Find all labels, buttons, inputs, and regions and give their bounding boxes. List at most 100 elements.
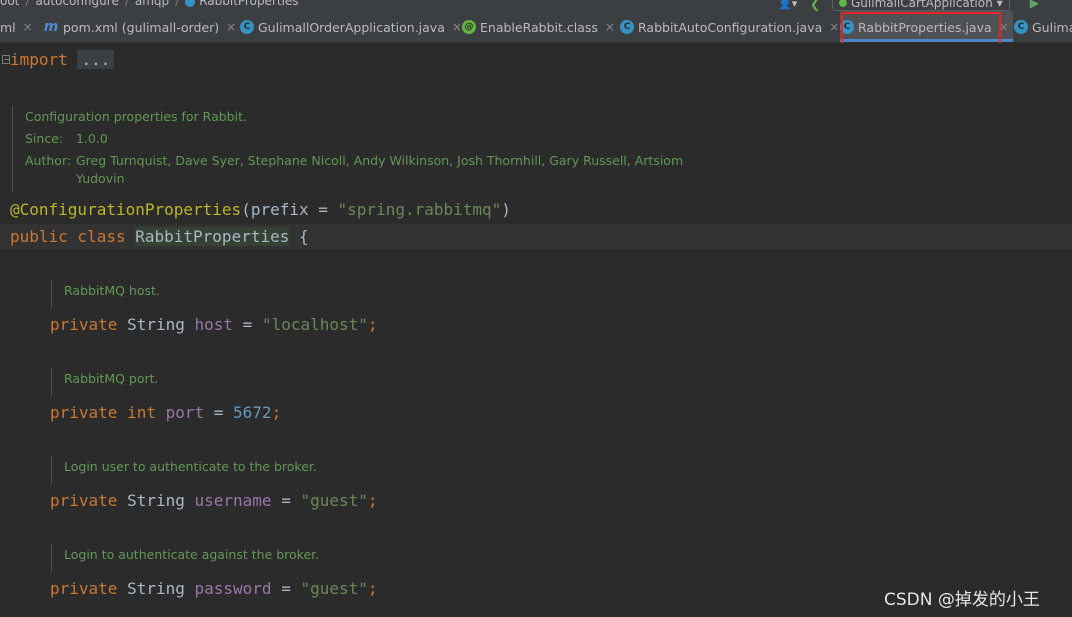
operator: =	[204, 403, 234, 422]
tab-rabbit-auto-configuration[interactable]: C RabbitAutoConfiguration.java ×	[620, 11, 839, 42]
class-icon	[185, 0, 196, 7]
field-javadoc: Login to authenticate against the broker…	[51, 544, 319, 572]
import-line: import ...	[10, 49, 115, 71]
author-text: Greg Turnquist, Dave Syer, Stephane Nico…	[76, 153, 684, 168]
javadoc-summary: Configuration properties for Rabbit.	[25, 109, 247, 124]
keyword: public class	[10, 227, 136, 246]
paren: )	[501, 200, 511, 219]
keyword: import	[10, 50, 68, 69]
tab-gulimall-order-application[interactable]: C GulimallOrderApplication.java ×	[240, 11, 462, 42]
type: int	[127, 403, 166, 422]
keyword: private	[50, 315, 128, 334]
tab-label: EnableRabbit.class	[480, 19, 598, 35]
close-icon[interactable]: ×	[23, 20, 33, 34]
string-literal: "guest"	[300, 579, 368, 598]
tab-label: Gulima	[1032, 19, 1072, 35]
brace: {	[289, 227, 309, 246]
breadcrumb-item[interactable]: amqp	[135, 0, 169, 8]
field-name: port	[165, 403, 205, 422]
class-declaration: public class RabbitProperties {	[10, 226, 309, 248]
semicolon: ;	[367, 579, 378, 598]
field-name: password	[194, 579, 272, 598]
class-icon: C	[620, 20, 634, 34]
breadcrumb: oot / autoconfigure / amqp / RabbitProperties	[0, 0, 299, 8]
field-name: username	[194, 491, 272, 510]
breadcrumb-item[interactable]: autoconfigure	[35, 0, 118, 8]
number-literal: 5672	[233, 403, 272, 422]
operator: =	[271, 579, 301, 598]
javadoc-since: Since: 1.0.0	[25, 128, 712, 150]
field-declaration: private String host = "localhost";	[50, 314, 378, 336]
javadoc-label: Author:	[25, 153, 72, 168]
breadcrumb-item[interactable]: oot	[0, 0, 19, 8]
user-icon[interactable]: 👤▾	[778, 0, 800, 10]
breadcrumb-item[interactable]: RabbitProperties	[199, 0, 298, 8]
tab-label: RabbitAutoConfiguration.java	[638, 19, 823, 35]
chevron-down-icon: ▾	[996, 0, 1003, 10]
field-name: host	[194, 315, 234, 334]
semicolon: ;	[271, 403, 282, 422]
javadoc-value: 1.0.0	[76, 131, 108, 146]
class-icon: C	[1014, 20, 1028, 34]
folded-imports[interactable]: ...	[77, 50, 115, 69]
javadoc-value: Greg Turnquist, Dave Syer, Stephane Nico…	[76, 150, 683, 188]
string-literal: "localhost"	[261, 315, 368, 334]
breadcrumb-separator: /	[175, 0, 180, 8]
tab-pom-xml[interactable]: m pom.xml (gulimall-order) ×	[43, 11, 237, 42]
string-literal: "spring.rabbitmq"	[337, 200, 502, 219]
close-icon[interactable]: ×	[226, 20, 236, 34]
annotation-line: @ConfigurationProperties(prefix = "sprin…	[10, 199, 511, 221]
code-editor[interactable]: − import ... Configuration properties fo…	[0, 43, 1072, 617]
annotation-param: prefix	[250, 200, 309, 219]
javadoc-author: Author: Greg Turnquist, Dave Syer, Steph…	[25, 150, 712, 188]
javadoc-text: Login user to authenticate to the broker…	[64, 459, 317, 474]
breadcrumb-separator: /	[124, 0, 129, 8]
spring-boot-icon	[839, 0, 847, 7]
toolbar: 👤▾ ❮ GulimallCartApplication ▾ ▶	[778, 0, 1039, 11]
keyword: private	[50, 579, 128, 598]
tab-xml[interactable]: ml ×	[0, 11, 33, 42]
watermark: CSDN @掉发的小王	[884, 590, 1040, 610]
tab-label: pom.xml (gulimall-order)	[63, 19, 220, 35]
close-icon[interactable]: ×	[452, 20, 462, 34]
tab-label: ml	[0, 19, 16, 35]
maven-icon: m	[43, 19, 59, 35]
javadoc-text: Login to authenticate against the broker…	[64, 547, 320, 562]
navigation-bar: oot / autoconfigure / amqp / RabbitProperties …	[0, 0, 1072, 11]
field-declaration: private String password = "guest";	[50, 578, 378, 600]
paren: (	[241, 200, 251, 219]
annotation-icon: @	[462, 20, 476, 34]
back-arrow-icon[interactable]: ❮	[810, 0, 822, 11]
field-javadoc: Login user to authenticate to the broker…	[51, 456, 317, 484]
semicolon: ;	[367, 315, 378, 334]
field-declaration: private String username = "guest";	[50, 490, 378, 512]
annotation: @ConfigurationProperties	[10, 200, 242, 219]
type: String	[127, 579, 195, 598]
close-icon[interactable]: ×	[829, 20, 839, 34]
string-literal: "guest"	[300, 491, 368, 510]
field-javadoc: RabbitMQ port.	[51, 368, 159, 396]
tab-enable-rabbit[interactable]: @ EnableRabbit.class ×	[462, 11, 615, 42]
semicolon: ;	[367, 491, 378, 510]
keyword: private	[50, 403, 128, 422]
field-javadoc: RabbitMQ host.	[51, 280, 160, 308]
field-declaration: private int port = 5672;	[50, 402, 281, 424]
class-name[interactable]: RabbitProperties	[135, 227, 290, 246]
tab-gulimall-overflow[interactable]: C Gulima	[1014, 11, 1072, 42]
javadoc-label: Since:	[25, 131, 64, 146]
type: String	[127, 491, 195, 510]
author-text: Yudovin	[76, 171, 125, 186]
close-icon[interactable]: ×	[605, 20, 615, 34]
operator: =	[233, 315, 262, 334]
class-javadoc: Configuration properties for Rabbit. Sin…	[12, 106, 712, 192]
javadoc-text: RabbitMQ port.	[64, 371, 159, 386]
operator: =	[271, 491, 301, 510]
tab-label: GulimallOrderApplication.java	[258, 19, 445, 35]
run-configuration-select[interactable]: GulimallCartApplication ▾	[832, 0, 1010, 11]
fold-icon[interactable]: −	[2, 55, 10, 64]
run-icon[interactable]: ▶	[1030, 0, 1039, 10]
keyword: private	[50, 491, 128, 510]
operator: =	[308, 200, 338, 219]
breadcrumb-separator: /	[25, 0, 30, 8]
type: String	[127, 315, 195, 334]
